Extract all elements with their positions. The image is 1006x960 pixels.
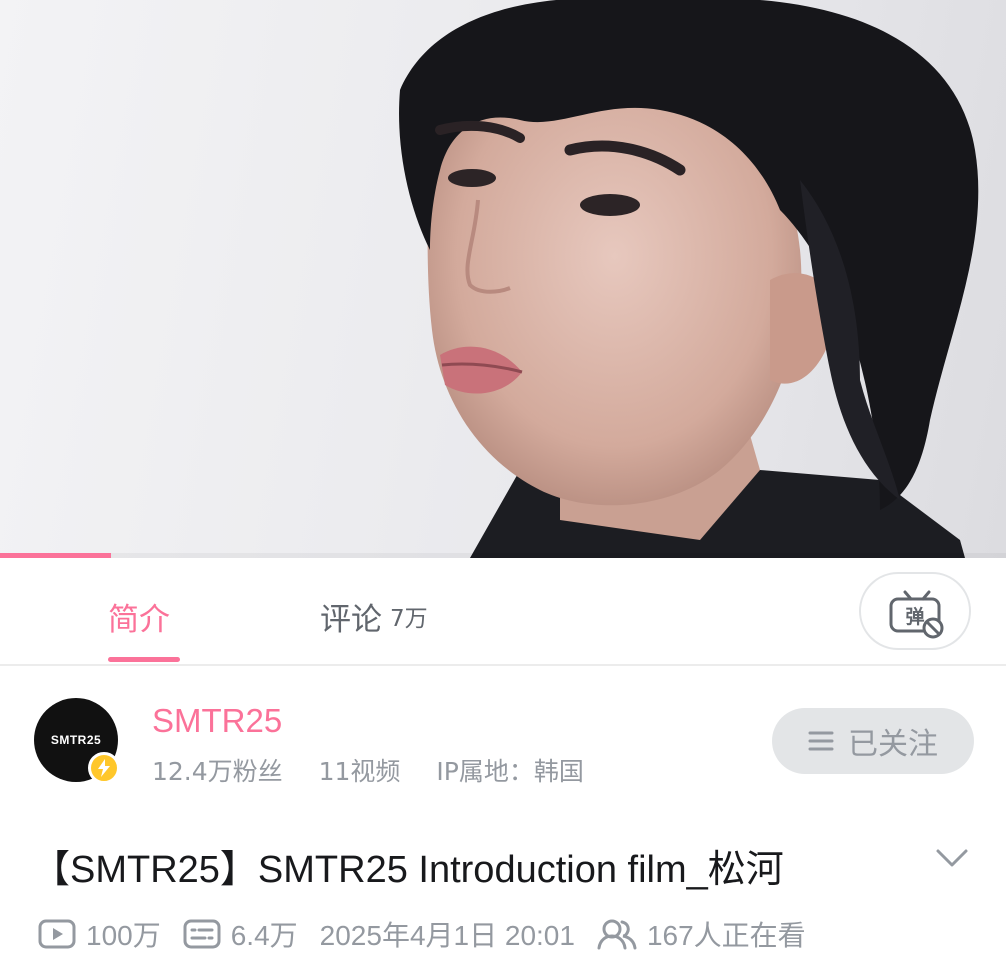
danmaku-toggle-icon: 弹 bbox=[889, 590, 944, 639]
video-player[interactable] bbox=[0, 0, 1006, 558]
stat-danmaku: 6.4万 bbox=[183, 914, 298, 954]
uploader-video-count: 11视频 bbox=[318, 757, 401, 786]
tab-comments-count: 7万 bbox=[390, 606, 428, 632]
tab-active-indicator bbox=[108, 657, 180, 662]
tab-bar: 简介 评论 7万 弹 bbox=[0, 558, 1006, 666]
play-count-icon bbox=[38, 919, 76, 949]
uploader-fans: 12.4万粉丝 bbox=[152, 757, 283, 786]
tab-intro[interactable]: 简介 bbox=[108, 594, 170, 639]
follow-button[interactable]: 已关注 bbox=[772, 708, 974, 774]
follow-button-label: 已关注 bbox=[848, 727, 938, 762]
uploader-meta: 12.4万粉丝 11视频 IP属地：韩国 bbox=[152, 752, 612, 788]
chevron-down-icon[interactable] bbox=[934, 846, 970, 870]
stat-watching: 167人正在看 bbox=[597, 914, 806, 954]
stat-publish-date: 2025年4月1日 20:01 bbox=[319, 920, 575, 951]
uploader-ip-location: IP属地：韩国 bbox=[436, 757, 584, 786]
video-frame-figure bbox=[399, 0, 979, 558]
tab-comments-label: 评论 bbox=[320, 602, 382, 638]
stat-danmaku-value: 6.4万 bbox=[230, 920, 298, 951]
stat-watching-value: 167人正在看 bbox=[646, 920, 806, 951]
viewers-icon bbox=[597, 919, 637, 950]
menu-lines-icon bbox=[808, 731, 834, 751]
verified-badge bbox=[88, 752, 120, 784]
stat-date: 2025年4月1日 20:01 bbox=[320, 914, 575, 954]
danmaku-toggle-button[interactable]: 弹 bbox=[859, 572, 971, 650]
stat-plays-value: 100万 bbox=[86, 920, 161, 951]
verified-lightning-icon bbox=[98, 759, 110, 777]
danmaku-count-icon bbox=[183, 919, 221, 949]
video-stats: 100万 6.4万 2025年4月1日 20:01 167人正在看 bbox=[38, 912, 828, 956]
danmaku-toggle-glyph: 弹 bbox=[905, 605, 924, 628]
stat-plays: 100万 bbox=[38, 914, 161, 954]
uploader-name[interactable]: SMTR25 bbox=[152, 702, 282, 740]
tab-comments[interactable]: 评论 7万 bbox=[320, 594, 428, 639]
video-title: 【SMTR25】SMTR25 Introduction film_松河 bbox=[32, 849, 784, 891]
